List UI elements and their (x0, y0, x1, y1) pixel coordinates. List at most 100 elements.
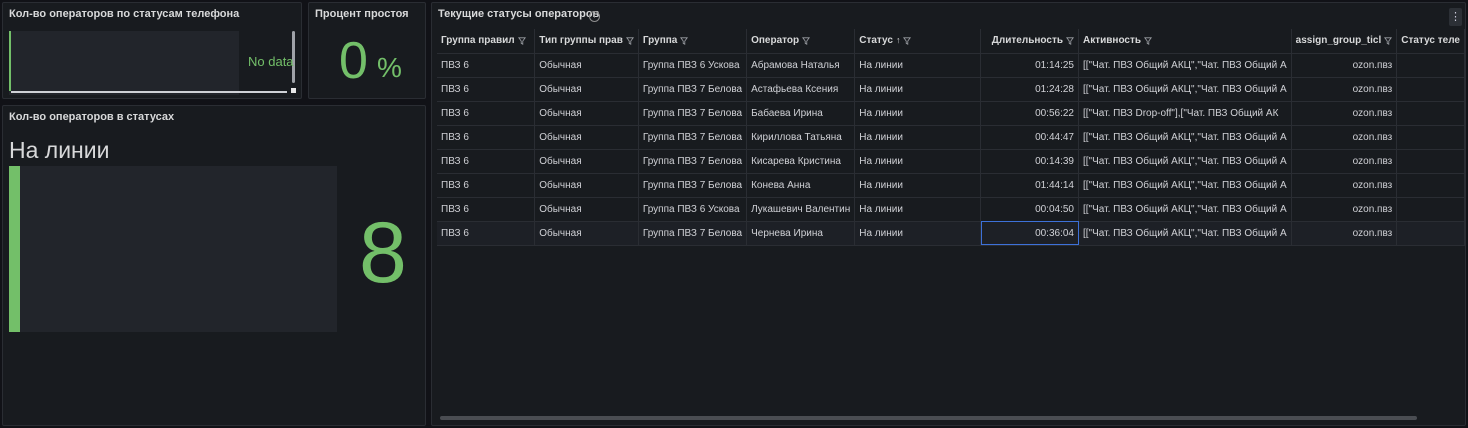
table-cell[interactable]: Обычная (534, 125, 639, 150)
table-cell[interactable]: ПВЗ 6 (437, 221, 536, 246)
table-cell[interactable]: 01:24:28 (980, 77, 1079, 102)
table-cell[interactable]: Обычная (534, 197, 639, 222)
filter-icon[interactable] (677, 35, 689, 46)
table-cell[interactable]: ozon.пвз (1291, 149, 1398, 174)
column-header[interactable]: Активность (1078, 29, 1292, 54)
table-cell[interactable] (1396, 53, 1465, 78)
table-cell[interactable]: ПВЗ 6 (437, 101, 536, 126)
table-cell[interactable]: 00:44:47 (980, 125, 1079, 150)
filter-icon[interactable] (1141, 35, 1153, 46)
table-cell[interactable]: Обычная (534, 77, 639, 102)
table-cell[interactable]: ПВЗ 6 (437, 173, 536, 198)
column-header[interactable]: assign_group_ticl (1291, 29, 1398, 54)
column-header[interactable]: Группа правил (437, 29, 536, 54)
table-cell[interactable]: Лукашевич Валентин (746, 197, 856, 222)
table-cell[interactable]: [["Чат. ПВЗ Общий АКЦ","Чат. ПВЗ Общий А (1078, 149, 1292, 174)
table-cell[interactable]: ozon.пвз (1291, 77, 1398, 102)
table-cell[interactable]: ozon.пвз (1291, 197, 1398, 222)
filter-icon[interactable] (1381, 35, 1393, 46)
filter-icon[interactable] (515, 35, 526, 46)
table-cell[interactable]: Группа ПВЗ 7 Белова (638, 101, 748, 126)
filter-icon[interactable] (799, 35, 811, 46)
info-circle-icon[interactable]: i (589, 11, 600, 22)
table-cell[interactable]: [["Чат. ПВЗ Общий АКЦ","Чат. ПВЗ Общий А (1078, 173, 1292, 198)
column-header[interactable]: Длительность (980, 29, 1079, 54)
table-cell[interactable]: 00:14:39 (980, 149, 1079, 174)
table-cell[interactable]: [["Чат. ПВЗ Общий АКЦ","Чат. ПВЗ Общий А (1078, 197, 1292, 222)
table-cell[interactable]: ozon.пвз (1291, 125, 1398, 150)
column-header[interactable]: Группа (638, 29, 748, 54)
table-cell[interactable] (1396, 101, 1465, 126)
table-cell[interactable]: Обычная (534, 53, 639, 78)
table-cell[interactable]: На линии (854, 53, 982, 78)
table-cell[interactable] (1396, 77, 1465, 102)
table-cell[interactable]: 00:36:04 (980, 221, 1079, 246)
table-cell[interactable]: На линии (854, 125, 982, 150)
phone-status-horizontal-scrollbar[interactable] (11, 91, 287, 93)
table-cell[interactable]: 00:04:50 (980, 197, 1079, 222)
table-cell[interactable]: Группа ПВЗ 6 Ускова (638, 197, 748, 222)
table-cell[interactable]: Группа ПВЗ 7 Белова (638, 221, 748, 246)
table-cell[interactable]: На линии (854, 149, 982, 174)
table-row[interactable]: ПВЗ 6 Обычная Группа ПВЗ 7 Белова Бабаева И… (437, 101, 1465, 126)
table-cell[interactable]: ПВЗ 6 (437, 77, 536, 102)
table-cell[interactable]: Группа ПВЗ 6 Ускова (638, 53, 748, 78)
table-cell[interactable]: [["Чат. ПВЗ Drop-off"],["Чат. ПВЗ Общий … (1078, 101, 1292, 126)
table-cell[interactable] (1396, 173, 1465, 198)
table-cell[interactable]: Группа ПВЗ 7 Белова (638, 125, 748, 150)
table-row[interactable]: ПВЗ 6 Обычная Группа ПВЗ 7 Белова Кириллова… (437, 125, 1465, 150)
panel-menu-icon[interactable]: ⋮ (1449, 8, 1462, 26)
table-cell[interactable]: ozon.пвз (1291, 101, 1398, 126)
table-row[interactable]: ПВЗ 6 Обычная Группа ПВЗ 6 Ускова Лукашевич… (437, 197, 1465, 222)
table-cell[interactable]: 00:56:22 (980, 101, 1079, 126)
table-cell[interactable]: [["Чат. ПВЗ Общий АКЦ","Чат. ПВЗ Общий А (1078, 53, 1292, 78)
table-cell[interactable]: [["Чат. ПВЗ Общий АКЦ","Чат. ПВЗ Общий А (1078, 221, 1292, 246)
table-cell[interactable]: Кириллова Татьяна (746, 125, 856, 150)
table-cell[interactable]: Кисарева Кристина (746, 149, 856, 174)
table-cell[interactable]: ozon.пвз (1291, 221, 1398, 246)
table-cell[interactable]: Астафьева Ксения (746, 77, 856, 102)
table-cell[interactable]: ПВЗ 6 (437, 197, 536, 222)
table-cell[interactable]: Бабаева Ирина (746, 101, 856, 126)
table-cell[interactable]: Группа ПВЗ 7 Белова (638, 149, 748, 174)
table-cell[interactable]: Обычная (534, 173, 639, 198)
table-cell[interactable]: Конева Анна (746, 173, 856, 198)
table-cell[interactable] (1396, 197, 1465, 222)
table-cell[interactable]: Обычная (534, 101, 639, 126)
table-cell[interactable] (1396, 221, 1465, 246)
table-cell[interactable]: На линии (854, 77, 982, 102)
filter-icon[interactable] (900, 35, 912, 46)
table-cell[interactable] (1396, 125, 1465, 150)
table-cell[interactable]: [["Чат. ПВЗ Общий АКЦ","Чат. ПВЗ Общий А (1078, 125, 1292, 150)
table-cell[interactable]: Группа ПВЗ 7 Белова (638, 173, 748, 198)
table-cell[interactable]: Чернева Ирина (746, 221, 856, 246)
table-row[interactable]: ПВЗ 6 Обычная Группа ПВЗ 7 Белова Чернева И… (437, 221, 1465, 246)
table-cell[interactable]: Обычная (534, 221, 639, 246)
table-row[interactable]: ПВЗ 6 Обычная Группа ПВЗ 7 Белова Кисарева … (437, 149, 1465, 174)
table-cell[interactable]: ПВЗ 6 (437, 53, 536, 78)
table-cell[interactable]: ПВЗ 6 (437, 125, 536, 150)
table-cell[interactable]: 01:44:14 (980, 173, 1079, 198)
column-header[interactable]: Тип группы прав (534, 29, 639, 54)
filter-icon[interactable] (623, 35, 634, 46)
phone-status-panel-title[interactable]: Кол-во операторов по статусам телефона (9, 8, 239, 20)
table-cell[interactable]: Абрамова Наталья (746, 53, 856, 78)
table-row[interactable]: ПВЗ 6 Обычная Группа ПВЗ 6 Ускова Абрамова … (437, 53, 1465, 78)
column-header[interactable]: Статус теле (1396, 29, 1465, 54)
table-row[interactable]: ПВЗ 6 Обычная Группа ПВЗ 7 Белова Астафьева… (437, 77, 1465, 102)
table-cell[interactable]: Группа ПВЗ 7 Белова (638, 77, 748, 102)
table-cell[interactable] (1396, 149, 1465, 174)
table-cell[interactable]: На линии (854, 173, 982, 198)
table-cell[interactable]: Обычная (534, 149, 639, 174)
column-header[interactable]: Оператор (746, 29, 856, 54)
table-cell[interactable]: На линии (854, 101, 982, 126)
table-row[interactable]: ПВЗ 6 Обычная Группа ПВЗ 7 Белова Конева Ан… (437, 173, 1465, 198)
resize-handle-icon[interactable] (291, 88, 296, 93)
table-cell[interactable]: ozon.пвз (1291, 53, 1398, 78)
table-cell[interactable]: ozon.пвз (1291, 173, 1398, 198)
table-cell[interactable]: 01:14:25 (980, 53, 1079, 78)
table-cell[interactable]: На линии (854, 221, 982, 246)
table-horizontal-scrollbar[interactable] (440, 416, 1417, 420)
table-cell[interactable]: На линии (854, 197, 982, 222)
table-cell[interactable]: ПВЗ 6 (437, 149, 536, 174)
